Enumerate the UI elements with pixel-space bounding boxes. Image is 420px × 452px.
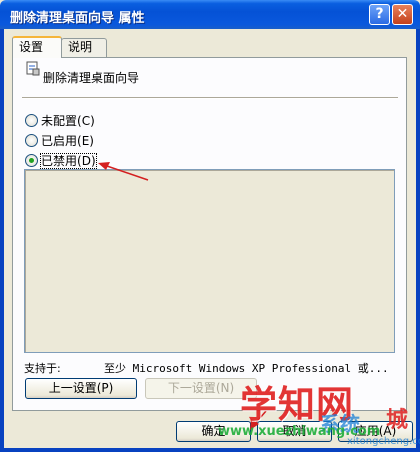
close-icon: ✕ xyxy=(396,6,409,22)
radio-label: 未配置(C) xyxy=(41,114,95,128)
title-bar[interactable]: 删除清理桌面向导 属性 ? ✕ xyxy=(0,0,420,29)
radio-label: 已禁用(D) xyxy=(40,153,97,169)
radio-disabled[interactable]: 已禁用(D) xyxy=(25,152,97,169)
radio-enabled[interactable]: 已启用(E) xyxy=(25,132,94,148)
tab-settings[interactable]: 设置 xyxy=(12,36,62,58)
tab-settings-label: 设置 xyxy=(19,40,44,54)
tab-explain-label: 说明 xyxy=(68,40,93,54)
radio-button-checked[interactable] xyxy=(25,154,38,167)
divider xyxy=(22,97,398,99)
previous-setting-button[interactable]: 上一设置(P) xyxy=(25,378,137,399)
watermark-city: 城 xyxy=(386,408,409,433)
policy-setting-icon xyxy=(26,61,40,76)
tab-explain[interactable]: 说明 xyxy=(61,38,107,58)
window-frame-right xyxy=(416,29,420,452)
supported-on-label: 支持于: xyxy=(24,362,61,375)
policy-name: 删除清理桌面向导 xyxy=(43,71,140,85)
window-frame-left xyxy=(0,29,4,452)
radio-button[interactable] xyxy=(25,114,38,127)
help-icon: ? xyxy=(375,6,384,22)
options-area xyxy=(24,169,395,353)
window-frame-bottom xyxy=(0,448,420,452)
radio-button[interactable] xyxy=(25,134,38,147)
window-title: 删除清理桌面向导 属性 xyxy=(10,11,145,26)
watermark-site-small: xitongcheng.com xyxy=(347,436,420,447)
radio-label: 已启用(E) xyxy=(41,134,94,148)
help-button[interactable]: ? xyxy=(369,4,390,25)
radio-not-configured[interactable]: 未配置(C) xyxy=(25,112,95,128)
close-button[interactable]: ✕ xyxy=(392,4,413,25)
